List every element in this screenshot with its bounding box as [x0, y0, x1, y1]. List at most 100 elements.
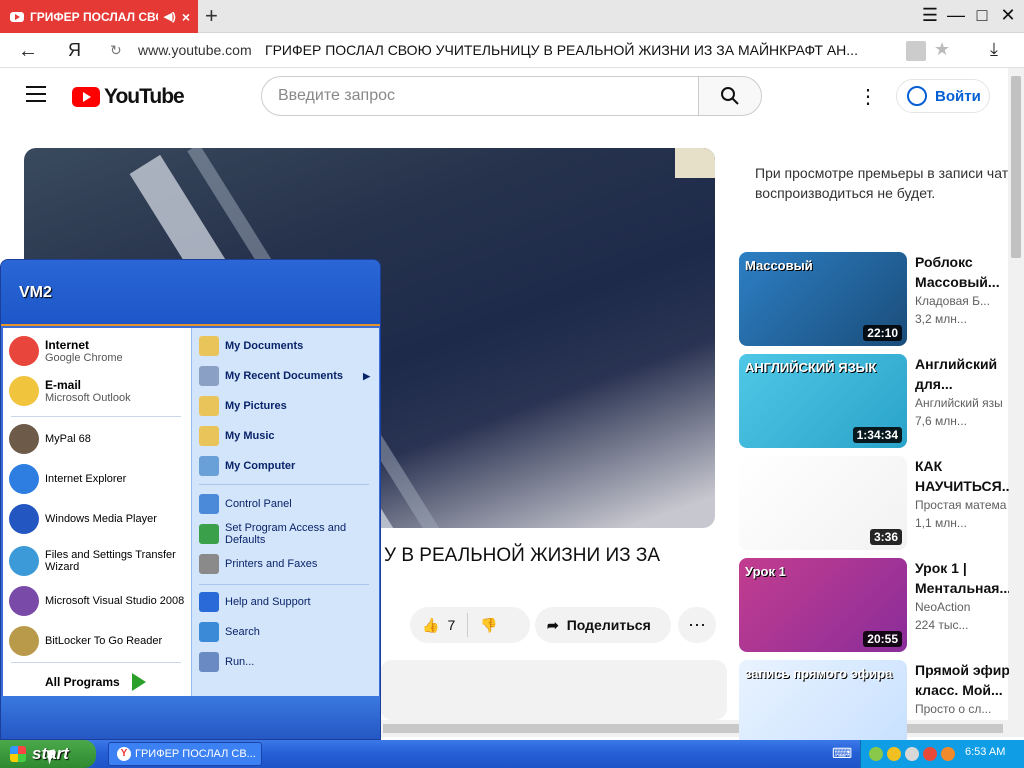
- place-icon: [199, 592, 219, 612]
- tray-volume-icon[interactable]: [905, 747, 919, 761]
- place-name: My Documents: [225, 340, 304, 352]
- start-menu-place[interactable]: My Documents: [199, 336, 374, 356]
- start-menu-place[interactable]: Set Program Access and Defaults: [199, 522, 374, 546]
- url-text[interactable]: www.youtube.com: [138, 42, 252, 58]
- video-thumbnail[interactable]: 3:36: [739, 456, 907, 550]
- program-name: Files and Settings Transfer Wizard: [45, 549, 176, 573]
- all-programs-button[interactable]: All Programs: [45, 673, 146, 691]
- tray-search-icon[interactable]: [941, 747, 955, 761]
- start-menu-place[interactable]: Search: [199, 622, 374, 642]
- place-name: Search: [225, 626, 260, 638]
- place-name: Help and Support: [225, 596, 311, 608]
- start-menu-place[interactable]: My Music: [199, 426, 374, 446]
- start-menu-place[interactable]: Run...: [199, 652, 374, 672]
- video-thumbnail[interactable]: Массовый 22:10: [739, 252, 907, 346]
- hamburger-menu-icon[interactable]: [26, 86, 46, 102]
- search-input[interactable]: Введите запрос: [261, 76, 699, 116]
- thumbs-down-icon[interactable]: 👎: [480, 617, 497, 634]
- view-count: 3,2 млн...: [915, 312, 967, 326]
- youtube-logo[interactable]: YouTube: [72, 85, 185, 109]
- new-tab-button[interactable]: +: [205, 3, 218, 29]
- video-thumbnail[interactable]: Урок 1 20:55: [739, 558, 907, 652]
- start-menu-place[interactable]: My Recent Documents ▶: [199, 366, 374, 386]
- video-title-line2[interactable]: Массовый...: [915, 272, 1009, 292]
- recommended-video[interactable]: АНГЛИЙСКИЙ ЯЗЫК 1:34:34 Английский для... Ан…: [739, 354, 1009, 448]
- start-menu-username: VM2: [19, 284, 52, 301]
- video-title-line1[interactable]: Прямой эфир: [915, 660, 1009, 680]
- place-icon: [199, 524, 219, 544]
- thumbnail-text: АНГЛИЙСКИЙ ЯЗЫК: [745, 360, 877, 375]
- share-button[interactable]: ➦ Поделиться: [535, 607, 671, 643]
- place-icon: [199, 554, 219, 574]
- start-menu-program[interactable]: E-mail Microsoft Outlook: [9, 376, 189, 406]
- video-title-line2[interactable]: для...: [915, 374, 1009, 394]
- description-box[interactable]: [380, 660, 727, 720]
- minimize-icon[interactable]: —: [944, 5, 968, 26]
- recommended-video[interactable]: 3:36 КАК НАУЧИТЬСЯ... Простая матема 1,1 млн…: [739, 456, 1009, 550]
- maximize-icon[interactable]: □: [970, 5, 994, 26]
- yandex-icon[interactable]: Я: [68, 40, 81, 61]
- video-title-line2[interactable]: класс. Мой...: [915, 680, 1009, 700]
- page-title[interactable]: ГРИФЕР ПОСЛАЛ СВОЮ УЧИТЕЛЬНИЦУ В РЕАЛЬНО…: [265, 42, 858, 58]
- more-options-icon[interactable]: ⋮: [858, 84, 878, 109]
- recommended-video[interactable]: Массовый 22:10 Роблокс Массовый... Кладовая …: [739, 252, 1009, 346]
- download-icon[interactable]: ⤓: [990, 39, 998, 60]
- share-icon: ➦: [547, 616, 559, 633]
- video-title-line1[interactable]: КАК: [915, 456, 1009, 476]
- search-button[interactable]: [698, 76, 762, 116]
- start-menu-place[interactable]: Printers and Faxes: [199, 554, 374, 574]
- video-title-line1[interactable]: Английский: [915, 354, 1009, 374]
- tray-shield-icon[interactable]: [887, 747, 901, 761]
- channel-name[interactable]: NeoAction: [915, 598, 1009, 616]
- extension-icon[interactable]: [906, 41, 926, 61]
- user-avatar-icon: [907, 86, 927, 106]
- start-menu-place[interactable]: My Computer: [199, 456, 374, 476]
- tab-close-icon[interactable]: ×: [182, 9, 190, 25]
- thumbs-up-icon[interactable]: 👍: [422, 617, 439, 634]
- start-menu-program[interactable]: Microsoft Visual Studio 2008: [9, 586, 189, 616]
- start-menu-place[interactable]: My Pictures: [199, 396, 374, 416]
- close-window-icon[interactable]: ✕: [996, 5, 1020, 26]
- menu-icon[interactable]: ☰: [918, 5, 942, 26]
- start-menu-program[interactable]: MyPal 68: [9, 424, 189, 454]
- start-menu-program[interactable]: Files and Settings Transfer Wizard: [9, 546, 189, 576]
- program-icon: [9, 464, 39, 494]
- start-menu-place[interactable]: Help and Support: [199, 592, 374, 612]
- video-title-line1[interactable]: Урок 1 |: [915, 558, 1009, 578]
- taskbar-item-browser[interactable]: Y ГРИФЕР ПОСЛАЛ СВ...: [108, 742, 262, 766]
- program-icon: [9, 424, 39, 454]
- channel-name[interactable]: Кладовая Б...: [915, 292, 1009, 310]
- login-button[interactable]: Войти: [896, 79, 990, 113]
- channel-name[interactable]: Простая матема: [915, 496, 1009, 514]
- channel-name[interactable]: Просто о сл...: [915, 700, 1009, 718]
- tray-security-icon[interactable]: [923, 747, 937, 761]
- bookmark-star-icon[interactable]: ★: [934, 39, 950, 60]
- program-name: Internet: [45, 338, 90, 352]
- place-name: Control Panel: [225, 498, 292, 510]
- video-duration: 22:10: [863, 325, 902, 341]
- start-menu-program[interactable]: Internet Explorer: [9, 464, 189, 494]
- recommended-video[interactable]: Урок 1 20:55 Урок 1 | Ментальная... NeoActio…: [739, 558, 1009, 652]
- browser-tab-active[interactable]: ГРИФЕР ПОСЛАЛ СВОЮ ◀) ×: [0, 0, 198, 33]
- start-menu-program[interactable]: Windows Media Player: [9, 504, 189, 534]
- program-icon: [9, 586, 39, 616]
- channel-name[interactable]: Английский язы: [915, 394, 1009, 412]
- green-arrow-icon: [131, 673, 146, 691]
- tray-network-icon[interactable]: [869, 747, 883, 761]
- start-menu-program[interactable]: Internet Google Chrome: [9, 336, 189, 366]
- more-actions-button[interactable]: ⋯: [678, 607, 716, 643]
- start-menu-program[interactable]: BitLocker To Go Reader: [9, 626, 189, 656]
- like-dislike-group[interactable]: 👍 7 👎: [410, 607, 530, 643]
- reload-icon[interactable]: ↻: [110, 42, 122, 59]
- place-icon: [199, 622, 219, 642]
- keyboard-icon[interactable]: ⌨: [832, 745, 852, 762]
- audio-icon[interactable]: ◀): [164, 10, 176, 23]
- start-menu-place[interactable]: Control Panel: [199, 494, 374, 514]
- thumbnail-text: Массовый: [745, 258, 813, 273]
- video-thumbnail[interactable]: АНГЛИЙСКИЙ ЯЗЫК 1:34:34: [739, 354, 907, 448]
- back-arrow-icon[interactable]: ←: [18, 40, 38, 63]
- video-title-line1[interactable]: Роблокс: [915, 252, 1009, 272]
- video-title-line2[interactable]: Ментальная...: [915, 578, 1009, 598]
- vertical-scroll-thumb[interactable]: [1011, 76, 1021, 258]
- video-title-line2[interactable]: НАУЧИТЬСЯ...: [915, 476, 1009, 496]
